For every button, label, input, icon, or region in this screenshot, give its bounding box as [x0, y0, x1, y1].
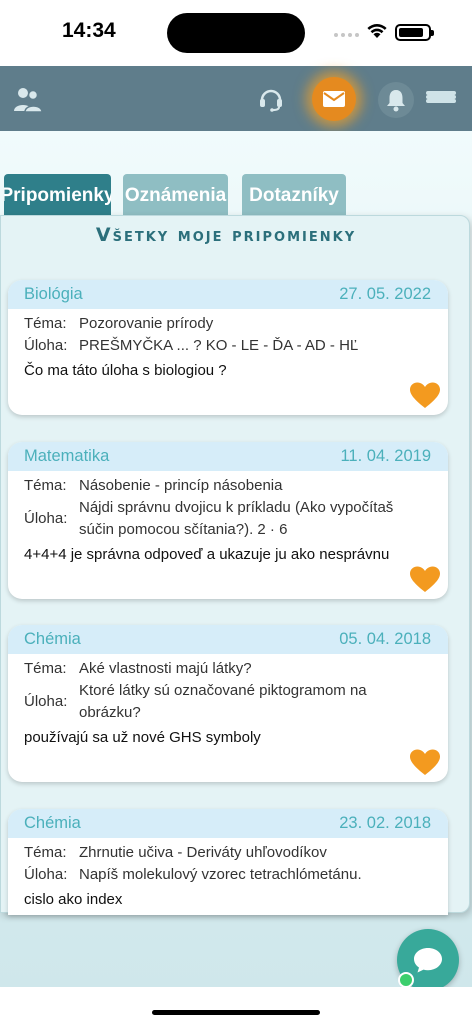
card-date: 27. 05. 2022: [339, 285, 431, 303]
card-body: Téma: Zhrnutie učiva - Deriváty uhľovodík…: [8, 838, 448, 912]
uloha-label: Úloha:: [24, 510, 68, 527]
bottom-bar: [0, 987, 472, 1024]
uloha-value: PREŠMYČKA ... ? KO - LE - ĎA - AD - HĽ: [79, 337, 359, 354]
card-subject: Chémia: [24, 814, 81, 832]
card-note: Čo ma táto úloha s biologiou ?: [24, 362, 227, 379]
card-note: cislo ako index: [24, 891, 123, 908]
card-header: Chémia 23. 02. 2018: [8, 809, 448, 838]
card-header: Chémia 05. 04. 2018: [8, 625, 448, 654]
card-body: Téma: Násobenie - princíp násobenia Úloha…: [8, 471, 448, 567]
uloha-value: Nájdi správnu dvojicu k príkladu (Ako vy…: [79, 499, 394, 538]
uloha-value: Napíš molekulový vzorec tetrachlómetánu.: [79, 866, 362, 883]
wifi-icon: [367, 24, 387, 38]
heart-icon[interactable]: [410, 566, 440, 593]
card-note: 4+4+4 je správna odpoveď a ukazuje ju ak…: [24, 546, 390, 563]
card-body: Téma: Pozorovanie prírody Úloha: PREŠMYČKA…: [8, 309, 448, 383]
reminder-card[interactable]: Chémia 05. 04. 2018 Téma: Aké vlastnosti …: [8, 625, 448, 782]
tab-dotazniky[interactable]: Dotazníky: [242, 174, 346, 218]
home-indicator[interactable]: [152, 1010, 320, 1015]
envelope-icon[interactable]: [312, 77, 356, 121]
tema-value: Násobenie - princíp násobenia: [79, 477, 283, 494]
card-date: 05. 04. 2018: [339, 630, 431, 648]
status-bar: 14:34: [0, 0, 472, 66]
card-header: Biológia 27. 05. 2022: [8, 280, 448, 309]
uloha-label: Úloha:: [24, 337, 68, 354]
card-subject: Matematika: [24, 447, 110, 465]
panel-title: Všetky moje pripomienky: [95, 224, 357, 246]
tab-pripomienky[interactable]: Pripomienky: [4, 174, 111, 218]
reminder-card[interactable]: Matematika 11. 04. 2019 Téma: Násobenie -…: [8, 442, 448, 599]
tab-oznamenia[interactable]: Oznámenia: [123, 174, 228, 218]
hamburger-menu-icon[interactable]: [424, 80, 458, 114]
tema-label: Téma:: [24, 660, 67, 677]
heart-icon[interactable]: [410, 382, 440, 409]
status-time: 14:34: [62, 19, 116, 42]
users-icon[interactable]: [12, 84, 44, 116]
card-subject: Chémia: [24, 630, 81, 648]
headset-icon[interactable]: [256, 84, 286, 114]
card-subject: Biológia: [24, 285, 83, 303]
tema-label: Téma:: [24, 477, 67, 494]
battery-icon: [395, 24, 434, 41]
uloha-value: Ktoré látky sú označované piktogramom na…: [79, 682, 367, 721]
heart-icon[interactable]: [410, 749, 440, 776]
card-note: používajú sa už nové GHS symboly: [24, 729, 261, 746]
uloha-label: Úloha:: [24, 866, 68, 883]
reminder-card[interactable]: Biológia 27. 05. 2022 Téma: Pozorovanie p…: [8, 280, 448, 415]
card-date: 11. 04. 2019: [340, 447, 431, 465]
bell-icon[interactable]: [378, 82, 414, 118]
card-date: 23. 02. 2018: [339, 814, 431, 832]
online-status-dot: [398, 972, 414, 988]
tema-value: Pozorovanie prírody: [79, 315, 214, 332]
tema-value: Zhrnutie učiva - Deriváty uhľovodíkov: [79, 844, 327, 861]
card-header: Matematika 11. 04. 2019: [8, 442, 448, 471]
tema-label: Téma:: [24, 844, 67, 861]
dynamic-island: [167, 13, 305, 53]
card-body: Téma: Aké vlastnosti majú látky? Úloha: Kt…: [8, 654, 448, 750]
app-bar: [0, 66, 472, 131]
reminder-card[interactable]: Chémia 23. 02. 2018 Téma: Zhrnutie učiva …: [8, 809, 448, 915]
cellular-signal-icon: [334, 31, 360, 37]
tema-label: Téma:: [24, 315, 67, 332]
uloha-label: Úloha:: [24, 693, 68, 710]
chat-bubble-icon: [414, 948, 442, 973]
tema-value: Aké vlastnosti majú látky?: [79, 660, 252, 677]
